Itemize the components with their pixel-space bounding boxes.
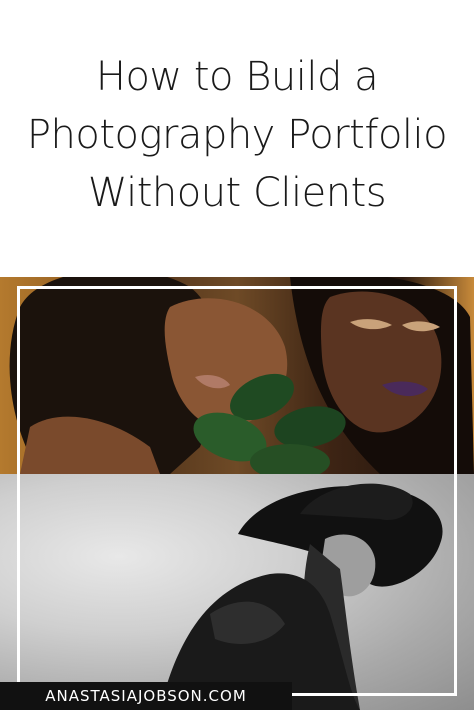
watermark-text: ANASTASIAJOBSON.COM	[45, 687, 247, 705]
watermark-label: ANASTASIAJOBSON.COM	[0, 682, 292, 710]
title-line-3: Without Clients	[87, 170, 387, 216]
title-line-1: How to Build a	[95, 54, 379, 100]
bw-portrait-photo-art	[160, 483, 443, 710]
bw-portrait-photo-woman-hat	[0, 474, 474, 710]
title-line-2: Photography Portfolio	[26, 112, 448, 158]
portrait-photo-two-women	[0, 277, 474, 474]
portrait-photo-two-women-art	[9, 277, 474, 474]
page-title: How to Build a Photography Portfolio Wit…	[0, 48, 474, 222]
